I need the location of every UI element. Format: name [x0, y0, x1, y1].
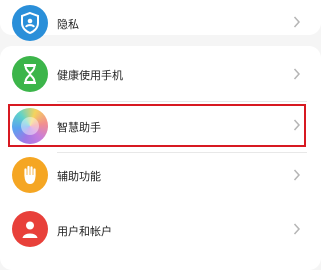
chevron-right-icon [293, 68, 301, 80]
settings-item-label: 辅助功能 [57, 170, 101, 183]
accessibility-hand-icon [12, 157, 48, 193]
chevron-right-icon [293, 169, 301, 181]
chevron-right-icon [293, 16, 301, 28]
settings-item-label: 隐私 [57, 18, 79, 31]
settings-item-accessibility[interactable]: 辅助功能 [0, 153, 321, 201]
privacy-shield-icon [12, 5, 48, 41]
settings-item-label: 用户和帐户 [57, 225, 112, 238]
settings-item-label: 健康使用手机 [57, 69, 123, 82]
highlight-box [8, 104, 306, 147]
settings-item-users-accounts[interactable]: 用户和帐户 [0, 205, 321, 253]
settings-item-privacy[interactable]: 隐私 [0, 0, 321, 47]
hourglass-icon [12, 56, 48, 92]
user-icon [12, 211, 48, 247]
chevron-right-icon [293, 223, 301, 235]
settings-item-healthy-phone-use[interactable]: 健康使用手机 [0, 50, 321, 98]
